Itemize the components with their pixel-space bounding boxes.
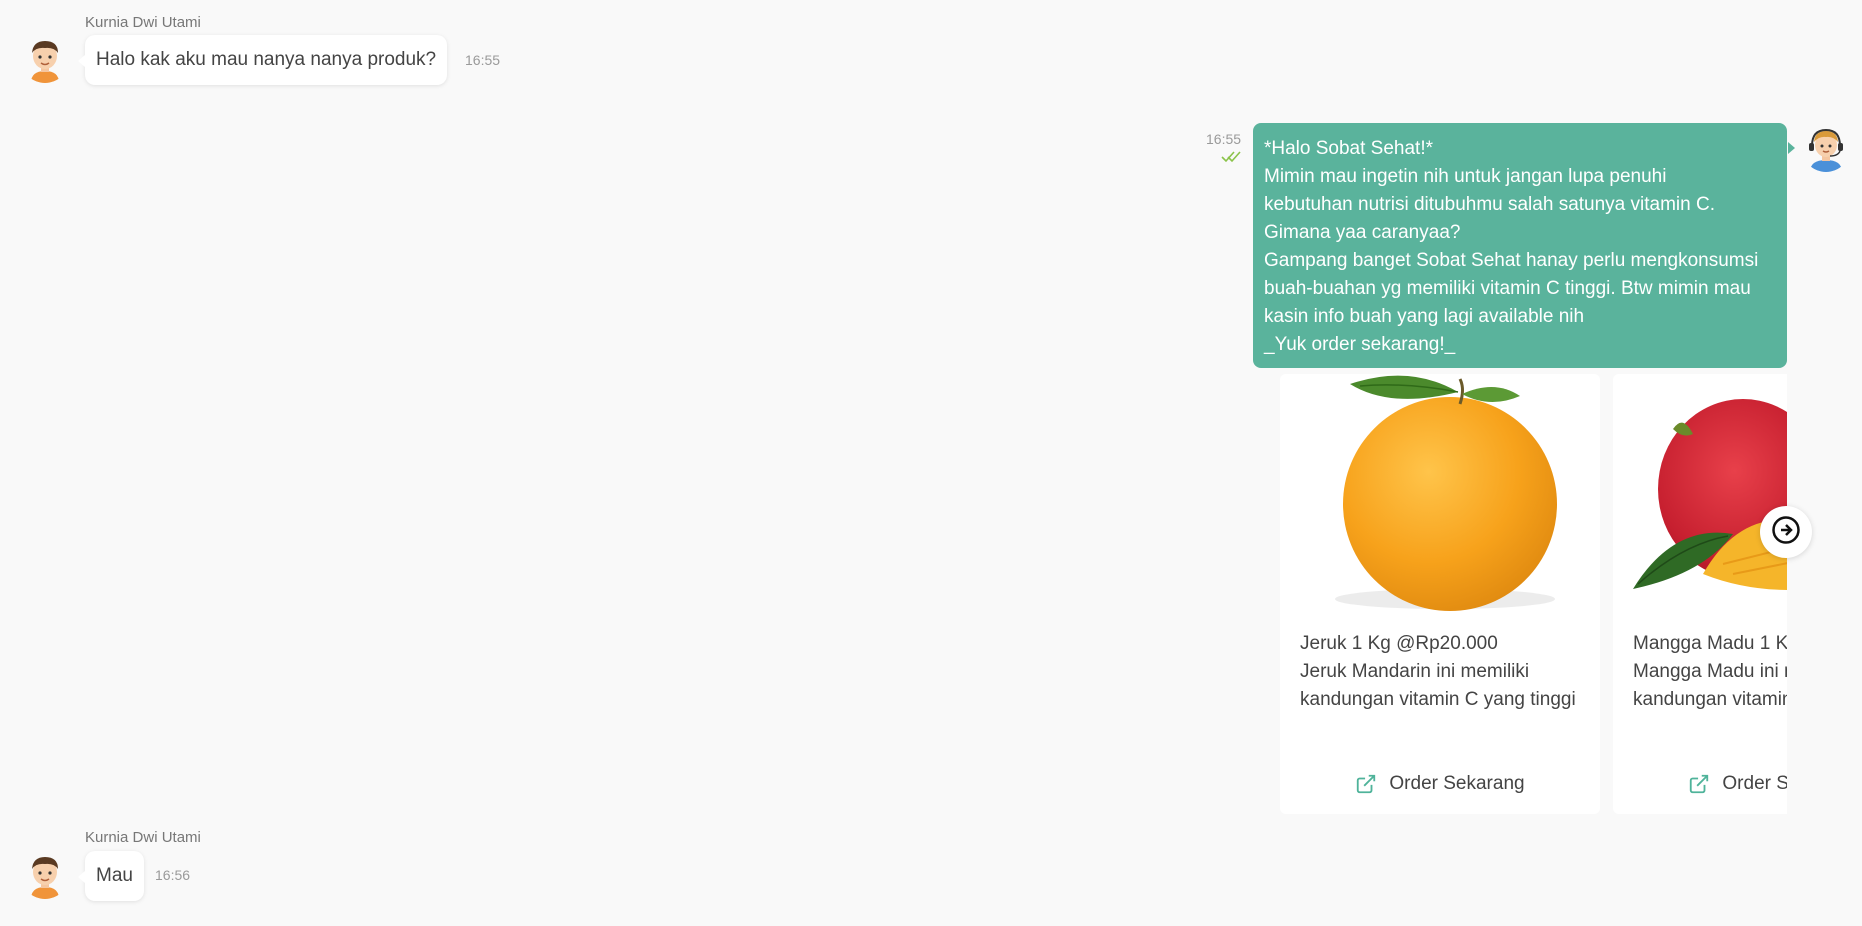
arrow-right-circle-icon [1771,515,1801,550]
message-time: 16:56 [155,867,191,883]
message-line: kasin info buah yang lagi available nih [1264,306,1585,327]
chat-window: Kurnia Dwi Utami Halo kak aku mau nanya … [0,0,1862,926]
product-carousel[interactable]: Jeruk 1 Kg @Rp20.000 Jeruk Mandarin ini … [1280,374,1787,814]
order-button[interactable]: Order Sekarang [1280,766,1600,802]
message-time: 16:55 [465,52,501,68]
message-line: Mimin mau ingetin nih untuk jangan lupa … [1264,166,1667,187]
product-description: Jeruk Mandarin ini memiliki kandungan vi… [1300,661,1576,710]
message-text: Halo kak aku mau nanya nanya produk? [96,49,437,70]
message-line: Gimana yaa caranyaa? [1264,222,1461,243]
agent-avatar [1802,124,1850,172]
product-title: Mangga Madu 1 Kg @Rp25.000 [1633,633,1787,654]
customer-avatar [21,851,69,899]
external-link-icon [1688,773,1710,795]
order-button[interactable]: Order Sekarang [1613,766,1787,802]
message-line: *Halo Sobat Sehat!* [1264,138,1434,159]
product-card: Mangga Madu 1 Kg @Rp25.000 Mangga Madu i… [1613,374,1787,814]
sender-name: Kurnia Dwi Utami [85,829,201,846]
message-text: Mau [96,865,133,886]
order-button-label: Order Sekarang [1389,773,1525,794]
mango-fruit-icon [1613,374,1787,614]
message-line: Gampang banget Sobat Sehat hanay perlu m… [1264,250,1759,271]
incoming-message: Halo kak aku mau nanya nanya produk? [77,35,448,85]
message-line: kebutuhan nutrisi ditubuhmu salah satuny… [1264,194,1715,215]
customer-avatar [21,35,69,83]
carousel-next-button[interactable] [1760,506,1812,558]
order-button-label: Order Sekarang [1722,773,1787,794]
incoming-message: Mau [78,851,144,901]
message-line: _Yuk order sekarang!_ [1264,334,1456,355]
sender-name: Kurnia Dwi Utami [85,14,201,31]
double-check-icon [1221,149,1243,168]
external-link-icon [1355,773,1377,795]
product-card: Jeruk 1 Kg @Rp20.000 Jeruk Mandarin ini … [1280,374,1600,814]
message-line: buah-buahan yg memiliki vitamin C tinggi… [1264,278,1751,299]
outgoing-message: *Halo Sobat Sehat!* Mimin mau ingetin ni… [1253,123,1795,368]
product-description: Mangga Madu ini memiliki kandungan vitam… [1633,661,1787,710]
orange-fruit-icon [1280,374,1600,614]
product-title: Jeruk 1 Kg @Rp20.000 [1300,633,1498,654]
message-time: 16:55 [1206,131,1242,147]
